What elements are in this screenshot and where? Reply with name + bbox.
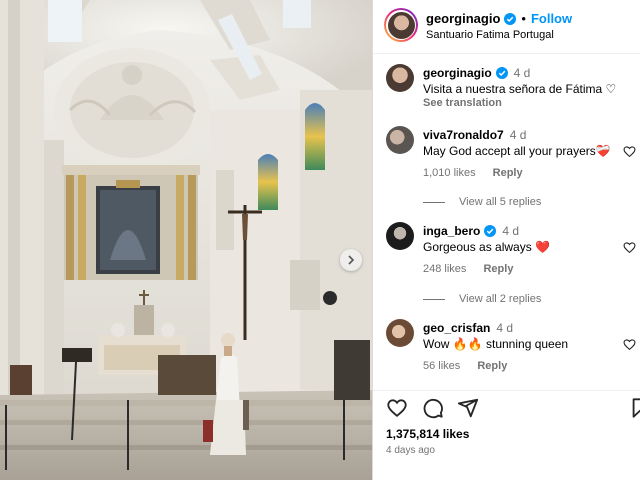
church-interior-image [0, 0, 372, 480]
view-replies-label: View all 2 replies [459, 293, 542, 305]
view-replies-button[interactable]: View all 2 replies [423, 293, 541, 305]
like-comment-heart-icon[interactable] [623, 145, 636, 158]
author-line: georginagio • Follow [426, 11, 572, 26]
comment-author: viva7ronaldo7 4 d [423, 128, 526, 142]
post-side-panel: georginagio • Follow Santuario Fatima Po… [372, 0, 640, 480]
next-photo-button[interactable] [340, 249, 362, 271]
verified-badge-icon [495, 67, 508, 79]
comment-username[interactable]: viva7ronaldo7 [423, 128, 504, 142]
verified-badge-icon [504, 12, 517, 25]
comment-time: 4 d [502, 224, 520, 238]
post-photo[interactable] [0, 0, 372, 480]
chevron-right-icon [348, 255, 355, 265]
comment-author: geo_crisfan 4 d [423, 321, 513, 335]
reply-button[interactable]: Reply [477, 360, 507, 372]
like-comment-heart-icon[interactable] [623, 338, 636, 351]
replies-divider [423, 298, 445, 300]
share-icon[interactable] [457, 397, 479, 419]
separator-dot: • [521, 11, 526, 26]
like-comment-heart-icon[interactable] [623, 241, 636, 254]
caption-avatar[interactable] [386, 64, 414, 92]
reply-button[interactable]: Reply [483, 263, 513, 275]
view-replies-label: View all 5 replies [459, 196, 542, 208]
comment-meta: 248 likes Reply [423, 263, 527, 275]
comment-time: 4 d [509, 128, 527, 142]
author-username[interactable]: georginagio [426, 11, 500, 26]
caption-username[interactable]: georginagio [423, 66, 492, 80]
comment-text: Wow 🔥🔥 stunning queen [423, 337, 569, 351]
comment-author: inga_bero 4 d [423, 224, 519, 238]
comment-like-count[interactable]: 248 likes [423, 263, 466, 275]
reply-button[interactable]: Reply [493, 167, 523, 179]
comment-username[interactable]: geo_crisfan [423, 321, 490, 335]
comment-text: May God accept all your prayers❤️‍🩹 [423, 144, 611, 158]
comment-time: 4 d [496, 321, 514, 335]
comment-text: Gorgeous as always ❤️ [423, 240, 550, 254]
post-date: 4 days ago [386, 445, 435, 456]
comment-avatar[interactable] [386, 319, 414, 347]
follow-button[interactable]: Follow [531, 11, 572, 26]
comment-avatar[interactable] [386, 126, 414, 154]
comment-avatar[interactable] [386, 222, 414, 250]
caption-time: 4 d [513, 66, 531, 80]
caption-author: georginagio 4 d [423, 66, 530, 80]
caption-text: Visita a nuestra señora de Fátima ♡ [423, 82, 617, 96]
verified-badge-icon [484, 225, 497, 237]
comment-like-count[interactable]: 56 likes [423, 360, 460, 372]
bookmark-icon[interactable] [629, 397, 640, 419]
comment-username[interactable]: inga_bero [423, 224, 480, 238]
comment-meta: 56 likes Reply [423, 360, 521, 372]
comment-meta: 1,010 likes Reply [423, 167, 537, 179]
view-replies-button[interactable]: View all 5 replies [423, 196, 541, 208]
post-actions-bar: 1,375,814 likes 4 days ago [373, 390, 640, 480]
post-like-count[interactable]: 1,375,814 likes [386, 427, 469, 441]
heart-icon[interactable] [386, 397, 408, 419]
see-translation-link[interactable]: See translation [423, 97, 502, 109]
comment-icon[interactable] [422, 397, 444, 419]
author-avatar[interactable] [384, 8, 418, 42]
comment-like-count[interactable]: 1,010 likes [423, 167, 476, 179]
replies-divider [423, 201, 445, 203]
post-header: georginagio • Follow Santuario Fatima Po… [373, 0, 640, 54]
post-location[interactable]: Santuario Fatima Portugal [426, 29, 554, 41]
